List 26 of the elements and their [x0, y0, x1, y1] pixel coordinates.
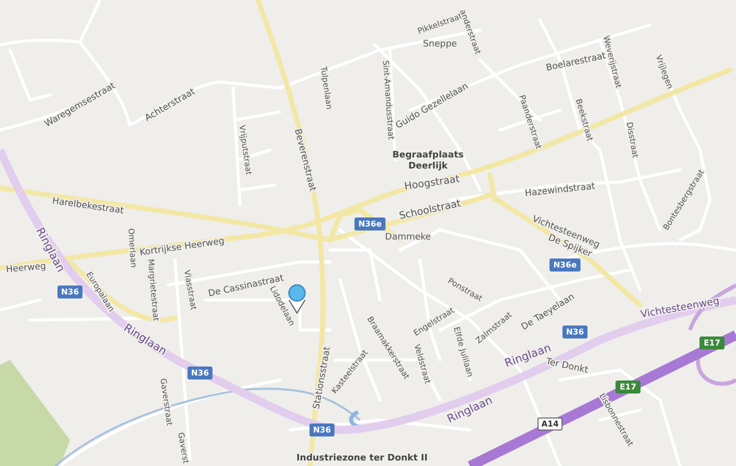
place-label: Begraafplaats: [392, 150, 464, 160]
route-shield: N36: [58, 286, 82, 298]
route-shield: E17: [616, 380, 640, 394]
street-label: Tulpenlaan: [318, 66, 334, 110]
place-label: Industriezone ter Donkt II: [296, 453, 428, 464]
street-label: Gaverst: [176, 432, 190, 464]
route-shield: A14: [538, 418, 562, 430]
street-label: Omerlaan: [126, 228, 138, 268]
route-shield: N36: [310, 424, 334, 436]
street-label: Sneppe: [423, 39, 457, 50]
street-label: Sint-Amandusstraat: [381, 60, 396, 140]
street-label: Vrijputstraat: [237, 124, 254, 176]
street-label: Vlasstraat: [182, 269, 198, 311]
route-shield: N36e: [354, 218, 386, 230]
route-shield: N36e: [550, 258, 580, 272]
street-label: Gaverstraat: [158, 378, 174, 426]
street-label: Hoogstraat: [404, 174, 460, 193]
place-label: Deerlijk: [408, 161, 448, 172]
street-label: Dammeke: [385, 232, 431, 242]
street-label: Kortrijkse Heerweg: [139, 236, 226, 258]
street-label: Hazewindstraat: [524, 182, 596, 200]
street-label: Margrietestraat: [146, 258, 160, 322]
street-label: Disstraat: [624, 121, 640, 158]
route-shield: N36: [188, 366, 212, 380]
route-shield: E17: [700, 336, 724, 350]
route-shield: N36: [562, 326, 588, 338]
